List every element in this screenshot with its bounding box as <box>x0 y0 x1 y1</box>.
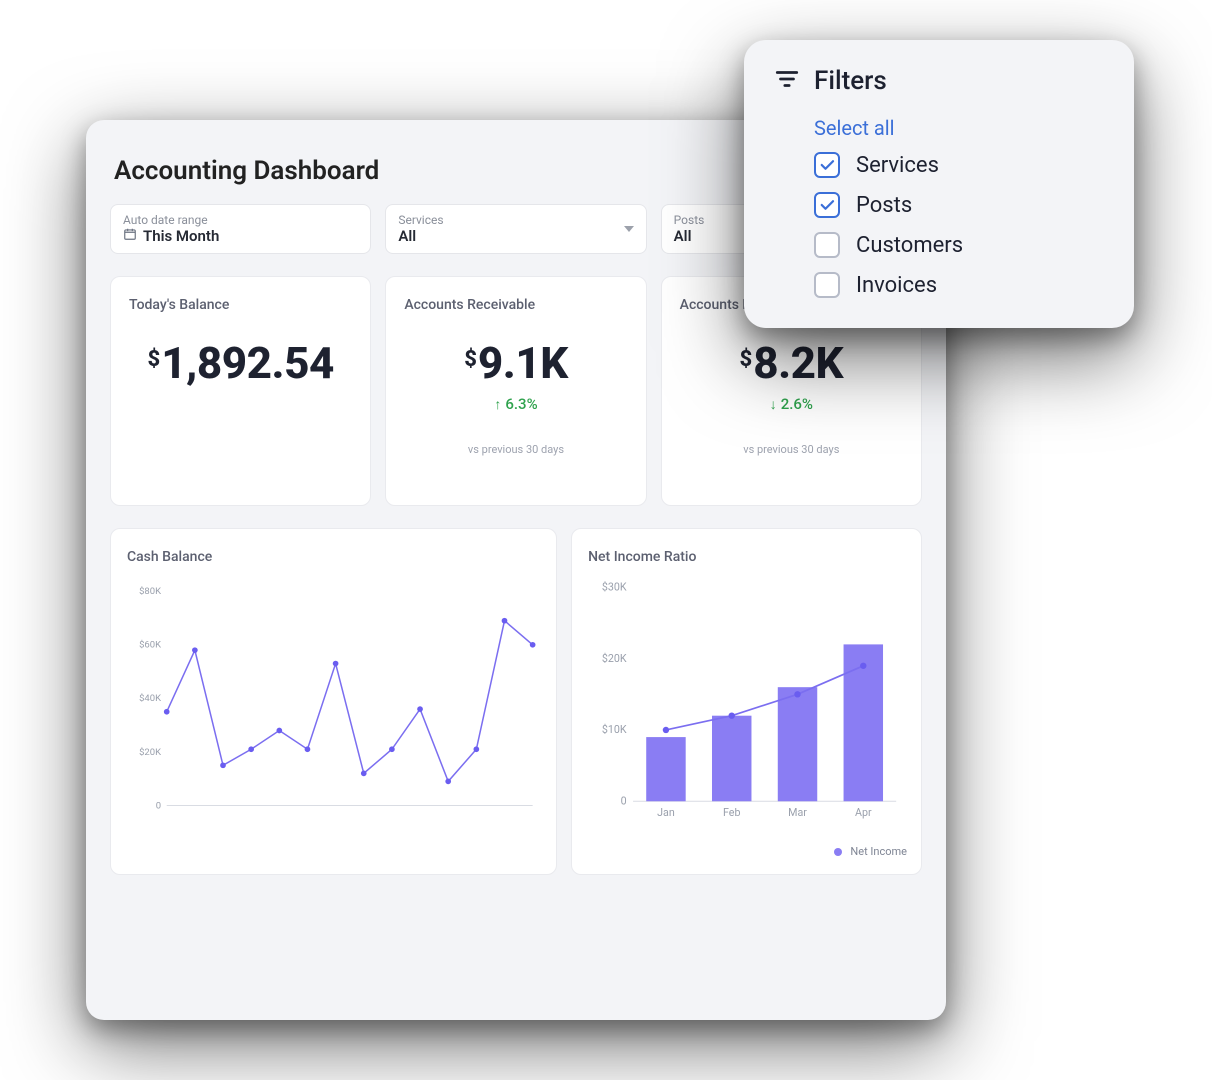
filter-option[interactable]: Customers <box>814 232 1104 258</box>
legend-label: Net Income <box>850 845 907 858</box>
date-range-dropdown[interactable]: Auto date range This Month <box>110 204 371 254</box>
checkbox[interactable] <box>814 152 840 178</box>
chart-title: Net Income Ratio <box>588 549 905 565</box>
select-all-link[interactable]: Select all <box>814 116 1104 140</box>
currency-symbol: $ <box>148 347 161 372</box>
svg-text:$60K: $60K <box>139 640 161 651</box>
card-value: $ 8.2K <box>680 341 903 385</box>
net-income-chart-card: Net Income Ratio 0 $10K $20K $30K Jan Feb Mar A… <box>571 528 922 875</box>
filter-value-text: This Month <box>143 227 219 245</box>
filter-label: Services <box>398 213 633 227</box>
card-title: Accounts Receivable <box>404 297 627 313</box>
svg-text:$80K: $80K <box>139 586 161 597</box>
filter-option[interactable]: Services <box>814 152 1104 178</box>
filters-panel: Filters Select all Services Posts Customer… <box>744 40 1134 328</box>
panel-title: Filters <box>814 66 887 96</box>
svg-text:$40K: $40K <box>139 693 161 704</box>
charts-row: Cash Balance 0 $20K $40K $60K $80K Net Incom… <box>110 528 922 875</box>
svg-text:$10K: $10K <box>602 723 627 736</box>
card-title: Today's Balance <box>129 297 352 313</box>
filter-value-text: All <box>398 227 416 245</box>
delta-text: ↑6.3% <box>404 395 627 413</box>
filter-label: Auto date range <box>123 213 358 227</box>
chevron-down-icon <box>624 226 634 232</box>
amount-text: 8.2K <box>753 341 843 385</box>
checkbox[interactable] <box>814 192 840 218</box>
card-value: $ 1,892.54 <box>129 341 352 385</box>
filter-option[interactable]: Invoices <box>814 272 1104 298</box>
cash-balance-chart-card: Cash Balance 0 $20K $40K $60K $80K <box>110 528 557 875</box>
currency-symbol: $ <box>464 347 477 372</box>
filter-option-label: Customers <box>856 233 963 258</box>
card-subnote: vs previous 30 days <box>404 443 627 456</box>
svg-text:$20K: $20K <box>602 652 627 665</box>
filter-value-text: All <box>674 227 692 245</box>
filter-option[interactable]: Posts <box>814 192 1104 218</box>
checkbox[interactable] <box>814 272 840 298</box>
delta-text: ↓2.6% <box>680 395 903 413</box>
panel-header: Filters <box>774 66 1104 96</box>
svg-text:$20K: $20K <box>139 747 161 758</box>
svg-text:0: 0 <box>156 800 161 811</box>
calendar-icon <box>123 227 137 245</box>
legend-dot-icon <box>834 848 842 856</box>
arrow-up-icon: ↑ <box>494 396 501 413</box>
receivable-card: Accounts Receivable $ 9.1K ↑6.3% vs prev… <box>385 276 646 506</box>
svg-text:0: 0 <box>621 794 627 807</box>
filter-option-label: Posts <box>856 193 912 218</box>
filter-icon <box>774 66 800 96</box>
cash-balance-chart: 0 $20K $40K $60K $80K <box>125 575 542 835</box>
checkbox[interactable] <box>814 232 840 258</box>
balance-card: Today's Balance $ 1,892.54 <box>110 276 371 506</box>
svg-text:Mar: Mar <box>788 806 807 819</box>
svg-text:Apr: Apr <box>855 806 872 819</box>
svg-text:$30K: $30K <box>602 581 627 594</box>
card-subnote: vs previous 30 days <box>680 443 903 456</box>
amount-text: 9.1K <box>478 341 568 385</box>
net-income-chart: 0 $10K $20K $30K Jan Feb Mar Apr <box>586 575 907 835</box>
chart-legend: Net Income <box>586 845 907 858</box>
filter-option-label: Services <box>856 153 939 178</box>
svg-text:Jan: Jan <box>657 806 675 819</box>
card-value: $ 9.1K <box>404 341 627 385</box>
filter-option-list: Services Posts Customers Invoices <box>814 152 1104 298</box>
filter-option-label: Invoices <box>856 273 937 298</box>
svg-text:Feb: Feb <box>723 806 740 819</box>
amount-text: 1,892.54 <box>161 341 334 385</box>
currency-symbol: $ <box>740 347 753 372</box>
arrow-down-icon: ↓ <box>770 396 777 413</box>
chart-title: Cash Balance <box>127 549 540 565</box>
services-dropdown[interactable]: Services All <box>385 204 646 254</box>
